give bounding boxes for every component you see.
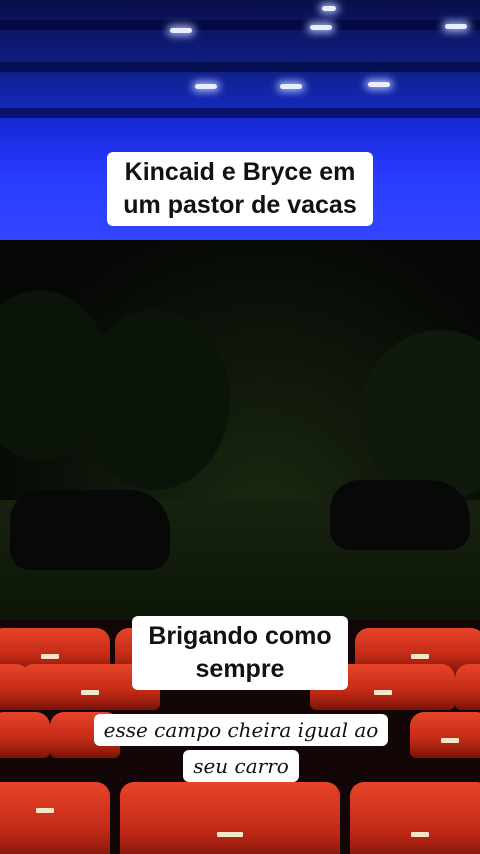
ceiling-band: [0, 108, 480, 118]
ceiling-light: [310, 25, 332, 30]
cinema-seat: [0, 782, 110, 854]
cinema-seat: [350, 782, 480, 854]
cow-field-scene: [0, 240, 480, 620]
cinema-seat: [0, 712, 50, 758]
middle-caption-line2: sempre: [195, 655, 285, 683]
cow-silhouette: [330, 480, 470, 550]
ceiling-light: [322, 6, 336, 11]
italic-caption-text: esse campo cheira igual ao seu carro: [93, 714, 389, 782]
middle-caption-line1: Brigando como: [148, 622, 332, 650]
ceiling-band: [0, 20, 480, 30]
top-caption: Kincaid e Bryce em um pastor de vacas: [107, 152, 373, 226]
ceiling-band: [0, 62, 480, 72]
cinema-seat: [120, 782, 340, 854]
ceiling-light: [368, 82, 390, 87]
tree-silhouette: [360, 330, 480, 500]
ceiling-light: [280, 84, 302, 89]
cinema-seat: [455, 664, 480, 710]
cinema-seat: [410, 712, 480, 758]
ceiling-light: [170, 28, 192, 33]
ceiling-light: [445, 24, 467, 29]
middle-caption: Brigando como sempre: [132, 616, 348, 690]
cow-silhouette: [10, 490, 170, 570]
tree-silhouette: [80, 310, 230, 490]
ceiling-light: [195, 84, 217, 89]
italic-caption: esse campo cheira igual ao seu carro: [86, 712, 396, 784]
